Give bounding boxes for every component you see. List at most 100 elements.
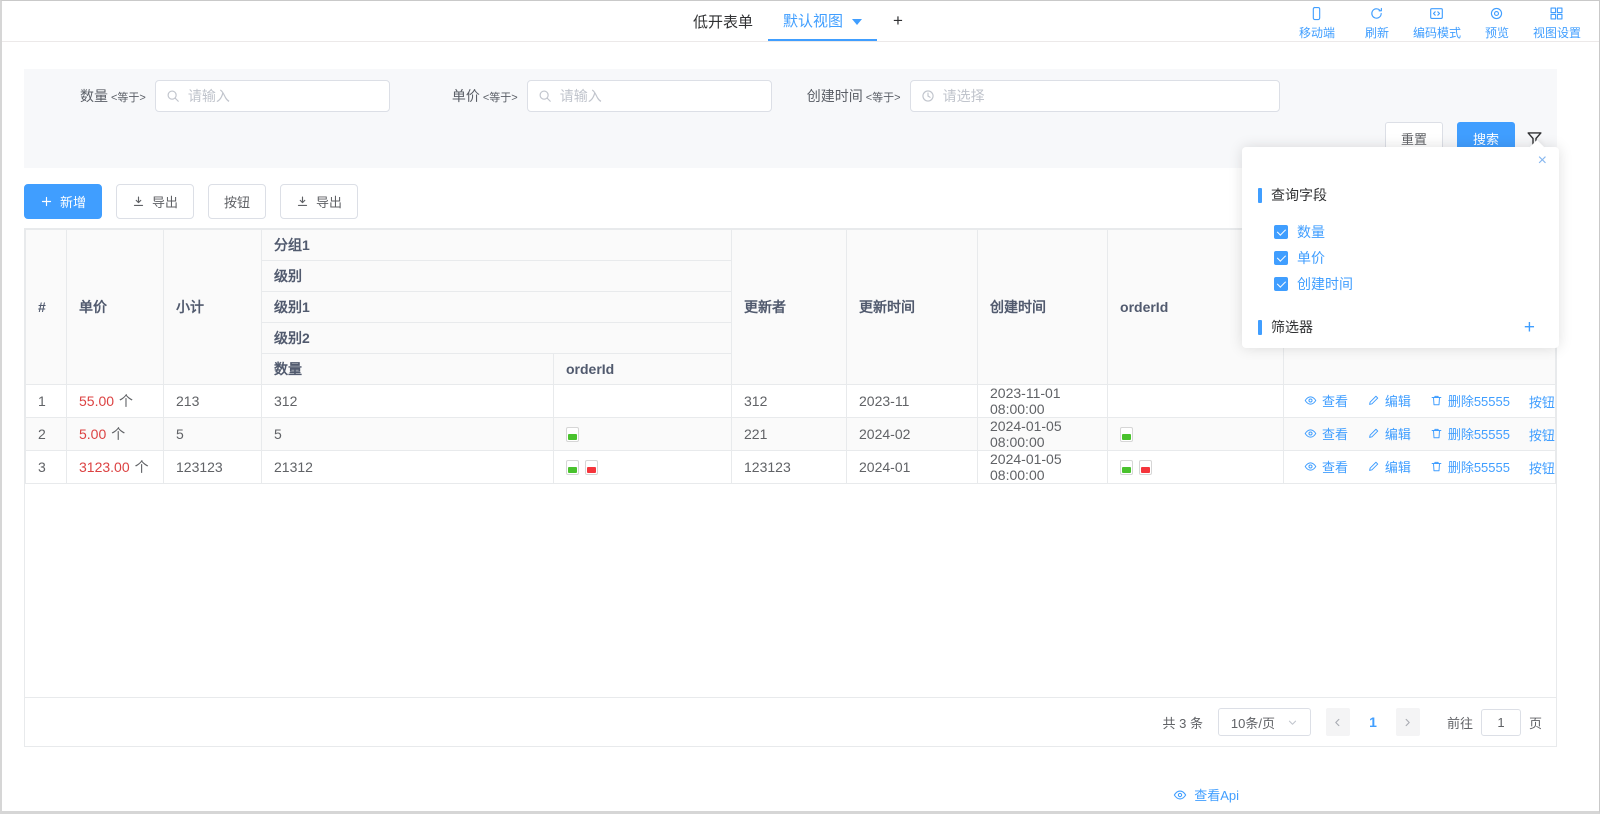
tab-default-view[interactable]: 默认视图 [768, 1, 877, 41]
cell-nested-order-id [554, 418, 732, 451]
col-header-create-time: 创建时间 [978, 230, 1108, 385]
cell-actions: 查看 编辑 删除55555 按钮 [1284, 385, 1556, 418]
file-excel-icon[interactable] [1120, 427, 1133, 442]
cell-updater: 221 [732, 418, 847, 451]
cell-subtotal: 213 [164, 385, 262, 418]
view-settings-icon [1549, 6, 1564, 21]
next-page-button[interactable] [1396, 708, 1420, 736]
file-excel-icon[interactable] [1120, 460, 1133, 475]
delete-link[interactable]: 删除55555 [1430, 391, 1510, 410]
chevron-left-icon [1332, 717, 1343, 728]
col-header-update-time: 更新时间 [847, 230, 978, 385]
page-size-select[interactable]: 10条/页 [1218, 708, 1311, 736]
quantity-input[interactable] [156, 81, 389, 111]
checkbox-create-time[interactable]: 创建时间 [1274, 274, 1543, 294]
topbar: 低开表单 默认视图 + 移动端 刷新 编码模式 预览 视图设置 [2, 1, 1599, 42]
trash-icon [1430, 427, 1443, 440]
download-icon [296, 195, 309, 208]
query-fields-list: 数量 单价 创建时间 [1274, 222, 1543, 294]
cell-price: 3123.00个 [67, 451, 164, 484]
export-button-2[interactable]: 导出 [280, 184, 358, 219]
create-time-input[interactable] [911, 81, 1279, 111]
delete-link[interactable]: 删除55555 [1430, 457, 1510, 476]
edit-link[interactable]: 编辑 [1367, 457, 1411, 476]
cell-updater: 312 [732, 385, 847, 418]
filter-popup: × 查询字段 数量 单价 创建时间 筛选器 + [1242, 147, 1559, 348]
view-link[interactable]: 查看 [1304, 391, 1348, 410]
col-header-nested-order-id: orderId [554, 354, 732, 385]
search-field-create-time: 创建时间 <等于> [807, 80, 1280, 112]
code-mode-button[interactable]: 编码模式 [1409, 4, 1465, 43]
checkbox-checked-icon [1274, 277, 1288, 291]
goto-label: 前往 [1447, 713, 1473, 732]
search-field-quantity: 数量 <等于> [80, 80, 390, 112]
refresh-label: 刷新 [1365, 24, 1389, 41]
file-pdf-icon[interactable] [585, 460, 598, 475]
price-input[interactable] [528, 81, 771, 111]
custom-button[interactable]: 按钮 [208, 184, 266, 219]
file-excel-icon[interactable] [566, 427, 579, 442]
tab-default-view-label: 默认视图 [783, 10, 843, 31]
checkbox-price[interactable]: 单价 [1274, 248, 1543, 268]
cell-index: 2 [26, 418, 67, 451]
preview-icon [1489, 6, 1504, 21]
mobile-icon [1309, 6, 1324, 21]
quantity-label: 数量 [80, 86, 108, 106]
export-button[interactable]: 导出 [116, 184, 194, 219]
create-time-operator: <等于> [866, 89, 901, 105]
pencil-icon [1367, 460, 1380, 473]
col-header-subtotal: 小计 [164, 230, 262, 385]
row-button-link[interactable]: 按钮 [1529, 392, 1555, 411]
close-icon[interactable]: × [1538, 153, 1547, 169]
eye-icon [1173, 788, 1187, 802]
checkbox-checked-icon [1274, 225, 1288, 239]
search-icon [538, 89, 552, 103]
cell-create-time: 2024-01-05 08:00:00 [978, 418, 1108, 451]
price-operator: <等于> [483, 89, 518, 105]
checkbox-quantity[interactable]: 数量 [1274, 222, 1543, 242]
checkbox-checked-icon [1274, 251, 1288, 265]
mobile-preview-button[interactable]: 移动端 [1289, 4, 1345, 43]
col-header-price: 单价 [67, 230, 164, 385]
cell-qty: 21312 [262, 451, 554, 484]
refresh-button[interactable]: 刷新 [1349, 4, 1405, 43]
tab-form[interactable]: 低开表单 [678, 1, 768, 41]
edit-link[interactable]: 编辑 [1367, 391, 1411, 410]
preview-label: 预览 [1485, 24, 1509, 41]
price-label: 单价 [452, 86, 480, 106]
chevron-down-icon [852, 19, 862, 25]
add-view-button[interactable]: + [893, 11, 903, 31]
cell-update-time: 2024-02 [847, 418, 978, 451]
add-filter-button[interactable]: + [1524, 318, 1535, 337]
col-header-level1: 级别1 [262, 292, 732, 323]
chevron-down-icon [1287, 717, 1298, 728]
edit-link[interactable]: 编辑 [1367, 424, 1411, 443]
cell-subtotal: 5 [164, 418, 262, 451]
eye-icon [1304, 427, 1317, 440]
delete-link[interactable]: 删除55555 [1430, 424, 1510, 443]
col-header-qty: 数量 [262, 354, 554, 385]
file-pdf-icon[interactable] [1139, 460, 1152, 475]
table-row: 1 55.00个 213 312 312 2023-11 2023-11-01 … [26, 385, 1556, 418]
preview-button[interactable]: 预览 [1469, 4, 1525, 43]
cell-qty: 312 [262, 385, 554, 418]
table-row: 3 3123.00个 123123 21312 123123 2024-01 2… [26, 451, 1556, 484]
row-button-link[interactable]: 按钮 [1529, 425, 1555, 444]
view-link[interactable]: 查看 [1304, 457, 1348, 476]
row-button-link[interactable]: 按钮 [1529, 458, 1555, 477]
view-link[interactable]: 查看 [1304, 424, 1348, 443]
page-unit-label: 页 [1529, 713, 1542, 732]
file-excel-icon[interactable] [566, 460, 579, 475]
goto-page-input[interactable] [1481, 709, 1521, 736]
cell-update-time: 2023-11 [847, 385, 978, 418]
cell-price: 5.00个 [67, 418, 164, 451]
prev-page-button[interactable] [1326, 708, 1350, 736]
view-settings-button[interactable]: 视图设置 [1529, 4, 1585, 43]
add-button[interactable]: 新增 [24, 184, 102, 219]
cell-index: 3 [26, 451, 67, 484]
trash-icon [1430, 394, 1443, 407]
current-page[interactable]: 1 [1358, 714, 1388, 730]
eye-icon [1304, 460, 1317, 473]
view-api-link[interactable]: 查看Api [1173, 785, 1239, 804]
tab-bar: 低开表单 默认视图 + [678, 1, 903, 41]
